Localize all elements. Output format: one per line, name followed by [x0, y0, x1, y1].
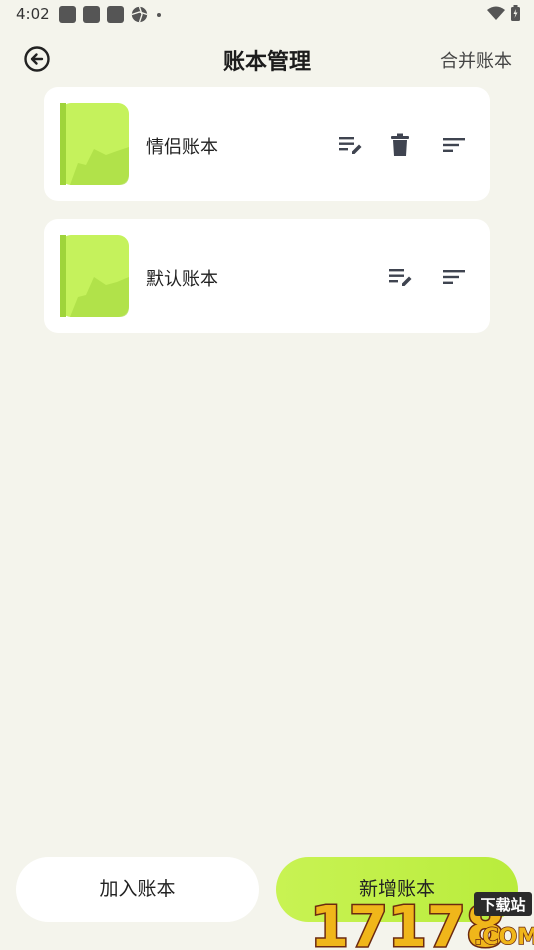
wifi-icon — [487, 6, 505, 20]
merge-books-button[interactable]: 合并账本 — [440, 47, 512, 73]
edit-icon[interactable] — [336, 131, 364, 159]
join-book-button[interactable]: 加入账本 — [16, 857, 259, 922]
svg-text:下载站: 下载站 — [480, 896, 525, 914]
svg-text:.COM: .COM — [474, 925, 534, 950]
battery-icon — [511, 5, 520, 21]
notification-icons — [59, 6, 161, 23]
system-icons — [487, 5, 520, 21]
status-time: 4:02 — [16, 5, 50, 23]
sort-icon[interactable] — [440, 131, 468, 159]
delete-icon[interactable] — [386, 131, 414, 159]
book-cover-icon — [60, 103, 129, 185]
book-name: 情侣账本 — [146, 137, 218, 158]
more-notifications-dot — [157, 12, 161, 17]
watermark-logo: 17178 下载站 .COM — [309, 892, 534, 950]
status-bar: 4:02 — [0, 0, 534, 28]
book-card[interactable]: 默认账本 — [44, 219, 490, 333]
book-name: 默认账本 — [146, 269, 218, 290]
app-header: 账本管理 合并账本 — [0, 30, 534, 86]
notification-icon — [59, 6, 76, 23]
sort-icon[interactable] — [440, 263, 468, 291]
notification-icon — [107, 6, 124, 23]
book-cover-icon — [60, 235, 129, 317]
book-card[interactable]: 情侣账本 — [44, 87, 490, 201]
notification-icon — [83, 6, 100, 23]
edit-icon[interactable] — [386, 263, 414, 291]
aperture-icon — [131, 6, 148, 23]
